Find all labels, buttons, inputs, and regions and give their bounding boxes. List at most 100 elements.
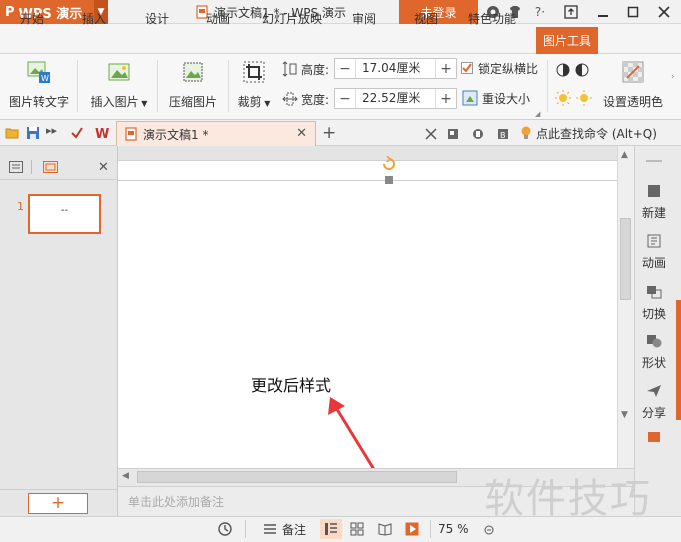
close-icon[interactable] (650, 0, 678, 24)
tab-features[interactable]: 特色功能 (468, 6, 516, 30)
horizontal-scroll-thumb[interactable] (137, 471, 457, 483)
height-stepper[interactable]: − 17.04厘米 + (334, 58, 457, 79)
close-pane-icon[interactable]: ✕ (98, 160, 109, 175)
tab-view[interactable]: 视图 (414, 6, 438, 30)
outline-view-icon[interactable] (9, 161, 23, 173)
tab-insert[interactable]: 插入 (82, 6, 106, 30)
scroll-left-icon[interactable]: ◀ (122, 471, 129, 481)
tab-slideshow[interactable]: 幻灯片放映 (262, 6, 322, 30)
lightbulb-icon (521, 126, 531, 139)
wps-logo-icon: P (5, 4, 15, 20)
reading-view-icon[interactable] (378, 522, 392, 536)
format-painter-icon[interactable] (70, 126, 84, 140)
reset-size-icon (462, 90, 478, 106)
height-input[interactable]: 17.04厘米 (355, 59, 436, 78)
zoom-fit-icon[interactable] (484, 524, 494, 535)
picture-selection-edge (118, 180, 617, 181)
resize-handle[interactable] (385, 176, 393, 184)
lock-ratio-label[interactable]: 锁定纵横比 (478, 60, 538, 77)
new-tab-icon[interactable]: + (322, 123, 336, 143)
pane-shape-button[interactable]: 形状 (634, 334, 674, 371)
save-icon[interactable] (26, 126, 40, 140)
width-input[interactable]: 22.52厘米 (355, 89, 436, 108)
set-transparent-button[interactable]: 设置透明色 (600, 60, 666, 110)
minus-icon[interactable]: − (335, 61, 355, 77)
slide-sorter-view-icon[interactable] (350, 522, 364, 536)
share-icon (647, 385, 661, 397)
brightness-icons[interactable] (555, 89, 593, 107)
pane-animation-button[interactable]: 动画 (634, 234, 674, 271)
picture-to-text-icon: W (27, 61, 50, 83)
pic-to-text-button[interactable]: W 图片转文字 (6, 60, 72, 110)
height-label: 高度: (301, 63, 330, 77)
compress-picture-label: 压缩图片 (168, 95, 217, 109)
wps-w-icon[interactable]: W (94, 125, 112, 142)
dialog-launcher-icon[interactable]: ◢ (535, 110, 543, 118)
pane-transition-button[interactable]: 切换 (634, 285, 674, 322)
document-tab[interactable]: 演示文稿1 * ✕ (116, 121, 316, 146)
notes-toggle[interactable]: 备注 (263, 521, 306, 537)
pane-new-label: 新建 (641, 206, 666, 220)
pane-animation-label: 动画 (641, 256, 666, 270)
zoom-level[interactable]: 75 % (438, 522, 469, 536)
minimize-icon[interactable] (589, 0, 617, 24)
divider (547, 60, 548, 112)
add-slide-button[interactable]: + (28, 493, 88, 514)
set-transparent-label: 设置透明色 (602, 95, 663, 109)
restore-ribbon-icon[interactable] (557, 0, 585, 24)
close-tab-icon[interactable]: ✕ (296, 126, 307, 141)
transition-icon (647, 286, 662, 299)
tab-review[interactable]: 审阅 (352, 6, 376, 30)
chevron-down-icon: ▼ (138, 99, 148, 108)
contrast-icons[interactable] (555, 61, 591, 79)
insert-picture-button[interactable]: 插入图片 ▼ (86, 60, 152, 110)
vertical-scroll-thumb[interactable] (620, 218, 631, 300)
svg-text:W: W (41, 74, 49, 83)
tab-design[interactable]: 设计 (145, 6, 169, 30)
plus-icon[interactable]: + (436, 61, 456, 77)
slide-number: 1 (17, 200, 24, 213)
pane-new-button[interactable]: 新建 (634, 184, 674, 221)
pane-collapse-handle[interactable] (676, 300, 681, 420)
tab-animation[interactable]: 动画 (206, 6, 230, 30)
slideshow-play-icon[interactable] (405, 522, 419, 536)
scroll-down-icon[interactable]: ▼ (621, 410, 628, 420)
plus-icon[interactable]: + (436, 91, 456, 107)
width-stepper[interactable]: − 22.52厘米 + (334, 88, 457, 109)
width-icon (282, 91, 298, 107)
divider (77, 60, 78, 112)
crop-label: 裁剪 (237, 95, 262, 109)
login-button[interactable]: 未登录 (399, 0, 478, 24)
rotate-handle-icon[interactable] (381, 155, 397, 172)
crop-button[interactable]: 裁剪 ▼ (235, 60, 273, 110)
slide-thumbnail[interactable]: -- (28, 194, 101, 234)
tab-picture-tools[interactable]: 图片工具 (536, 27, 599, 54)
minus-icon[interactable]: − (335, 91, 355, 107)
pane-more-icon[interactable] (648, 432, 660, 442)
notes-icon (264, 524, 276, 534)
insert-picture-label: 插入图片 (90, 95, 139, 109)
new-icon (648, 185, 660, 197)
width-label: 宽度: (301, 93, 330, 107)
help-icon[interactable]: ?· (528, 0, 552, 24)
slides-view-icon[interactable] (43, 161, 58, 173)
more-icon[interactable]: ▸▸ (46, 124, 57, 137)
compress-picture-button[interactable]: 压缩图片 (165, 60, 221, 110)
history-icon[interactable] (217, 521, 233, 537)
divider (0, 489, 117, 490)
normal-view-button[interactable] (320, 519, 342, 539)
divider (0, 179, 117, 180)
notes-placeholder: 单击此处添加备注 (128, 495, 225, 509)
pane-share-button[interactable]: 分享 (634, 384, 674, 421)
toolbar-icons[interactable]: B (424, 127, 520, 141)
lock-ratio-checkbox[interactable] (461, 62, 473, 74)
scroll-up-icon[interactable]: ▲ (621, 150, 628, 160)
tab-home[interactable]: 开始 (20, 6, 44, 30)
ribbon-scroll-right-icon[interactable]: › (671, 72, 675, 82)
svg-text:W: W (95, 127, 109, 141)
reset-size-button[interactable]: 重设大小 (482, 90, 530, 107)
maximize-icon[interactable] (619, 0, 647, 24)
divider (430, 520, 431, 538)
command-search[interactable]: 点此查找命令 (Alt+Q) (520, 124, 657, 142)
open-folder-icon[interactable] (5, 126, 19, 140)
